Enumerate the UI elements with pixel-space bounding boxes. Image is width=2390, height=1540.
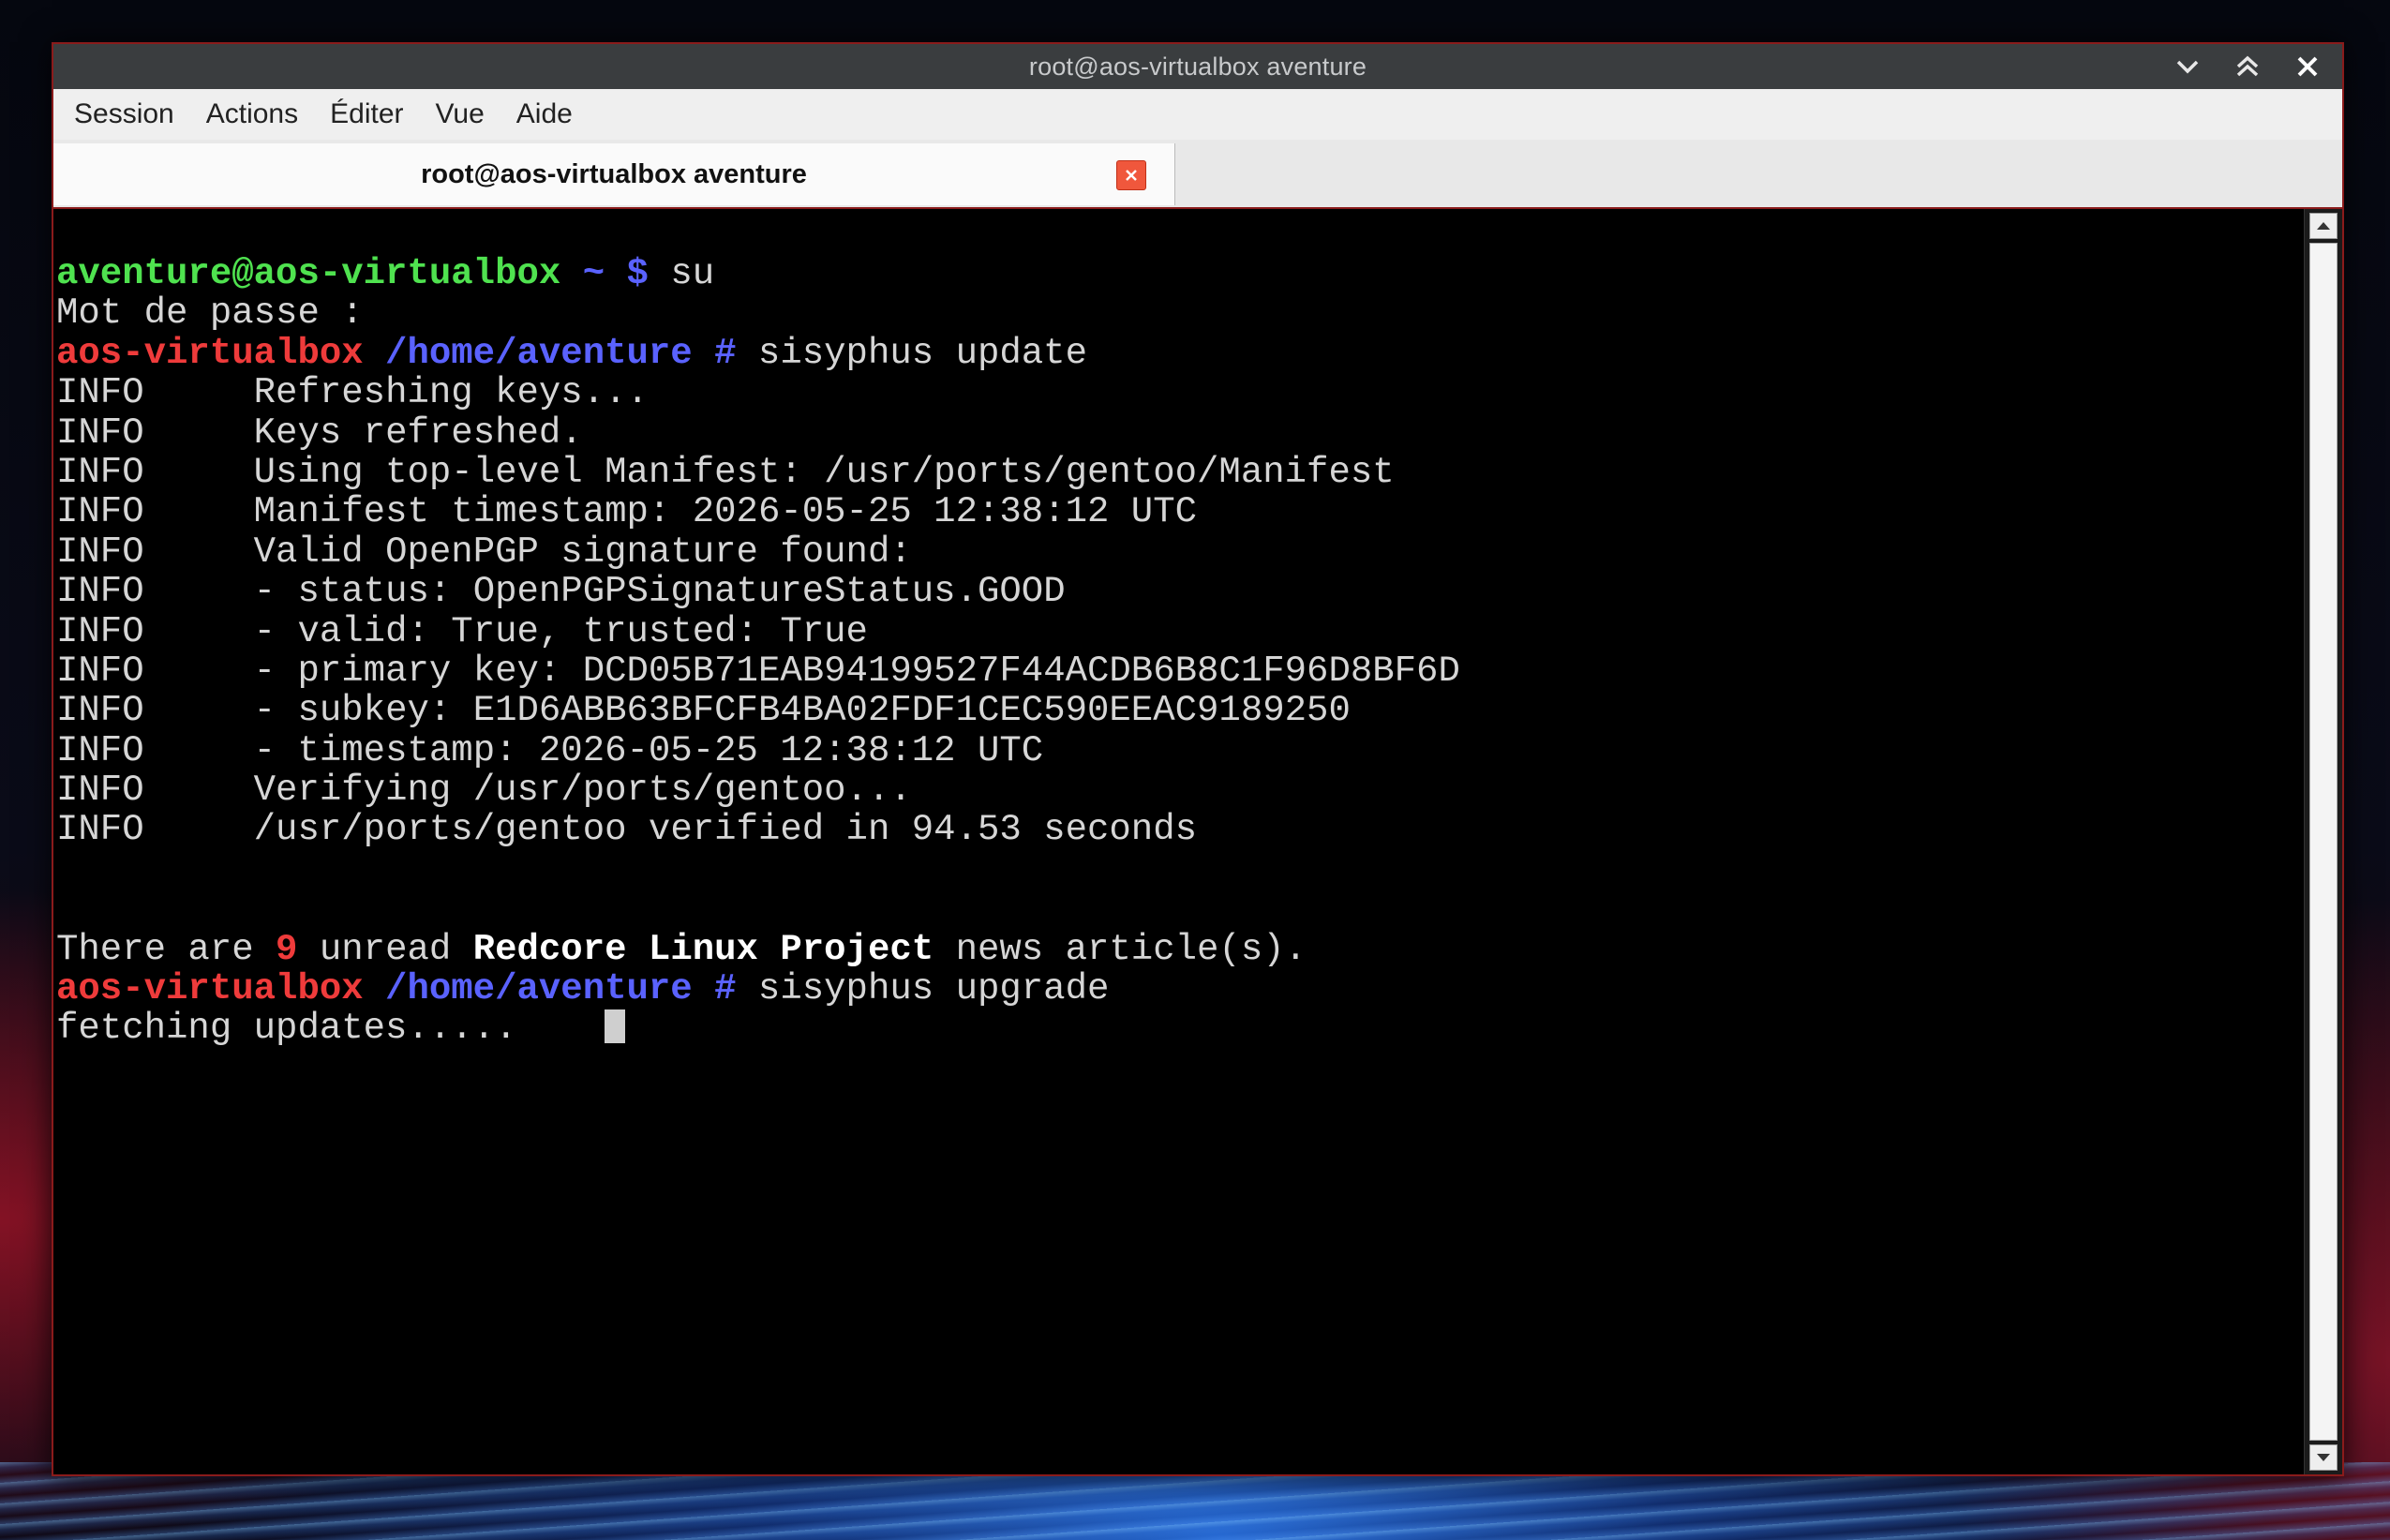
prompt-command: sisyphus upgrade [736, 968, 1110, 1010]
info-log: INFO Refreshing keys... INFO Keys refresh… [56, 373, 2305, 850]
news-suffix: news article(s). [934, 928, 1307, 970]
terminal-line: aventure@aos-virtualbox ~ $ su [56, 254, 2305, 293]
scroll-thumb[interactable] [2309, 243, 2338, 1441]
log-message: Valid OpenPGP signature found: [253, 531, 912, 573]
log-message: Refreshing keys... [253, 372, 649, 414]
log-level: INFO [56, 531, 144, 573]
prompt-host: aos-virtualbox [56, 968, 364, 1010]
terminal-line: Mot de passe : [56, 292, 364, 335]
info-line: INFO - primary key: DCD05B71EAB94199527F… [56, 651, 2305, 691]
log-message: - status: OpenPGPSignatureStatus.GOOD [253, 571, 1066, 613]
prompt-path: ~ $ [560, 253, 649, 294]
triangle-up-icon [2317, 222, 2330, 230]
log-message: - primary key: DCD05B71EAB94199527F44ACD… [253, 650, 1460, 692]
log-level: INFO [56, 571, 144, 613]
log-level: INFO [56, 491, 144, 533]
log-level: INFO [56, 690, 144, 732]
log-message: - timestamp: 2026-05-25 12:38:12 UTC [253, 729, 1044, 771]
info-line: INFO Valid OpenPGP signature found: [56, 532, 2305, 572]
log-level: INFO [56, 451, 144, 493]
chevron-down-icon [2176, 60, 2199, 74]
terminal-line: fetching updates..... [56, 1008, 2305, 1050]
info-line: INFO Manifest timestamp: 2026-05-25 12:3… [56, 492, 2305, 531]
log-message: - subkey: E1D6ABB63BFCFB4BA02FDF1CEC590E… [253, 690, 1351, 732]
log-level: INFO [56, 729, 144, 771]
prompt-path: /home/aventure # [363, 968, 737, 1010]
log-level: INFO [56, 411, 144, 454]
minimize-button[interactable] [2170, 49, 2205, 84]
window-title: root@aos-virtualbox aventure [1028, 52, 1367, 81]
info-line: INFO - status: OpenPGPSignatureStatus.GO… [56, 572, 2305, 611]
menu-actions[interactable]: Actions [206, 98, 315, 130]
news-prefix: There are [56, 928, 276, 970]
news-project: Redcore Linux Project [472, 928, 934, 970]
scroll-down-button[interactable] [2309, 1444, 2338, 1471]
info-line: INFO - subkey: E1D6ABB63BFCFB4BA02FDF1CE… [56, 691, 2305, 730]
window-titlebar[interactable]: root@aos-virtualbox aventure [53, 44, 2342, 89]
info-line: INFO Verifying /usr/ports/gentoo... [56, 770, 2305, 810]
tab-close-button[interactable] [1116, 160, 1146, 190]
menubar: Session Actions Éditer Vue Aide [53, 89, 2342, 141]
news-count: 9 [276, 928, 298, 970]
log-message: /usr/ports/gentoo verified in 94.53 seco… [253, 809, 1198, 851]
menu-edit[interactable]: Éditer [330, 98, 420, 130]
prompt-command: sisyphus update [736, 332, 1087, 374]
triangle-down-icon [2317, 1454, 2330, 1461]
prompt-command: su [648, 253, 715, 294]
scroll-up-button[interactable] [2309, 213, 2338, 239]
tab-label: root@aos-virtualbox aventure [421, 158, 807, 189]
info-line: INFO Keys refreshed. [56, 411, 2305, 454]
log-message: - valid: True, trusted: True [253, 610, 868, 652]
menu-view[interactable]: Vue [436, 98, 501, 130]
log-level: INFO [56, 610, 144, 652]
maximize-button[interactable] [2230, 49, 2265, 84]
log-message: Keys refreshed. [253, 411, 583, 454]
info-line: INFO /usr/ports/gentoo verified in 94.53… [56, 810, 2305, 849]
menu-session[interactable]: Session [74, 98, 191, 130]
news-line: There are 9 unread Redcore Linux Project… [56, 928, 2305, 970]
terminal-line: aos-virtualbox /home/aventure # sisyphus… [56, 969, 2305, 1009]
prompt-path: /home/aventure # [363, 332, 737, 374]
menu-help[interactable]: Aide [516, 98, 590, 130]
log-level: INFO [56, 770, 144, 812]
log-message: Verifying /usr/ports/gentoo... [253, 770, 912, 812]
tab-bar: root@aos-virtualbox aventure [53, 140, 2342, 209]
log-message: Manifest timestamp: 2026-05-25 12:38:12 … [253, 491, 1198, 533]
status-text: fetching updates..... [56, 1008, 605, 1050]
konsole-window: root@aos-virtualbox aventure Session Act… [52, 42, 2344, 1476]
prompt-host: aos-virtualbox [56, 332, 364, 374]
log-level: INFO [56, 650, 144, 692]
terminal-output[interactable]: aventure@aos-virtualbox ~ $ su Mot de pa… [53, 209, 2305, 1474]
vertical-scrollbar[interactable] [2304, 209, 2342, 1474]
prompt-userhost: aventure@aos-virtualbox [56, 253, 561, 294]
terminal-cursor [605, 1009, 626, 1044]
window-controls [2170, 44, 2325, 89]
log-level: INFO [56, 372, 144, 414]
log-level: INFO [56, 809, 144, 851]
log-message: Using top-level Manifest: /usr/ports/gen… [253, 451, 1395, 493]
info-line: INFO Using top-level Manifest: /usr/port… [56, 453, 2305, 492]
tab-terminal[interactable]: root@aos-virtualbox aventure [53, 143, 1175, 205]
terminal-line: aos-virtualbox /home/aventure # sisyphus… [56, 334, 2305, 373]
info-line: INFO - timestamp: 2026-05-25 12:38:12 UT… [56, 729, 2305, 771]
close-icon [1126, 170, 1137, 181]
chevron-double-up-icon [2236, 55, 2259, 77]
info-line: INFO - valid: True, trusted: True [56, 610, 2305, 652]
close-icon [2297, 56, 2318, 77]
news-mid: unread [297, 928, 473, 970]
close-button[interactable] [2290, 49, 2325, 84]
info-line: INFO Refreshing keys... [56, 373, 2305, 412]
